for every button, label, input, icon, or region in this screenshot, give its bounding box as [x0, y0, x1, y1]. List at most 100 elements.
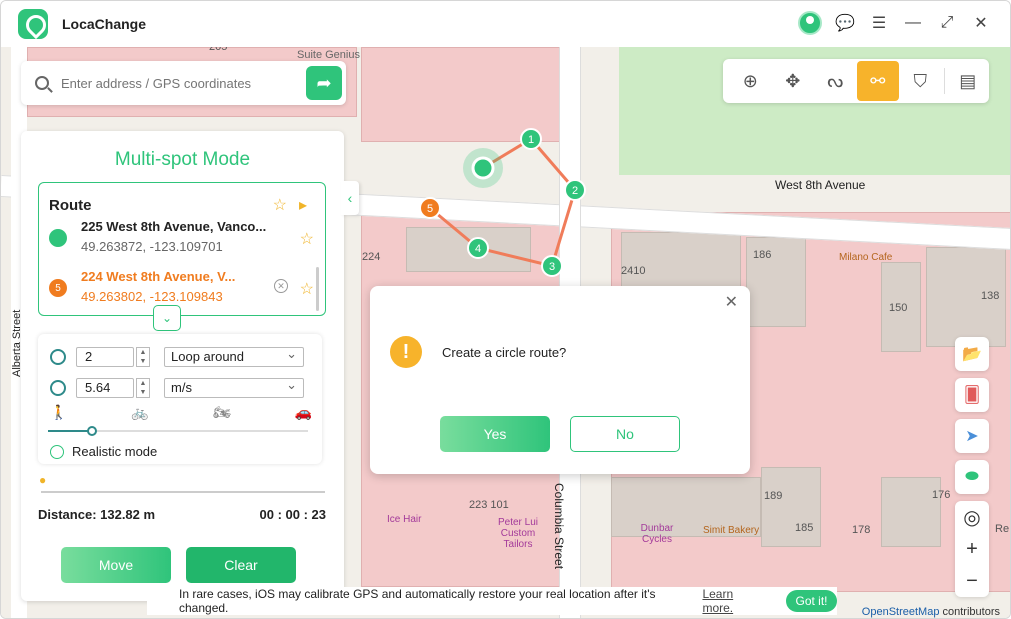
send-location-icon[interactable]: ➤ — [955, 419, 989, 453]
realistic-mode-radio[interactable] — [50, 444, 64, 459]
stop-coordinates: 49.263872, -123.109701 — [81, 239, 223, 254]
stop-address: 224 West 8th Avenue, V... — [81, 269, 236, 284]
locate-me-icon[interactable]: ◎ — [963, 505, 980, 530]
clear-button[interactable]: Clear — [186, 547, 296, 583]
current-location-marker — [471, 156, 495, 180]
times-stepper[interactable]: ▲ ▼ — [136, 347, 150, 367]
speed-input[interactable]: 5.64 — [76, 378, 134, 398]
title-bar-controls: 💬 ☰ — ⤢ ✕ — [798, 11, 992, 35]
import-gpx-icon[interactable]: 📂 — [955, 337, 989, 371]
app-logo-icon — [18, 9, 48, 39]
chat-icon[interactable]: 💬 — [834, 12, 856, 34]
mode-toolbar: ⊕ ✥ ᔓ ⚯ ⛉ ▤ — [723, 59, 989, 103]
times-row: 2 ▲ ▼ Loop around — [50, 345, 312, 368]
car-icon[interactable]: 🚗 — [295, 404, 312, 421]
transport-modes: 🚶 🚲 🏍 🚗 — [50, 404, 312, 421]
zoom-in-icon[interactable]: + — [966, 538, 978, 561]
search-icon — [35, 76, 49, 90]
minimize-icon[interactable]: — — [902, 12, 924, 34]
two-spot-icon[interactable]: ᔓ — [814, 61, 857, 101]
no-button[interactable]: No — [570, 416, 680, 452]
remove-stop-icon[interactable]: ✕ — [274, 279, 288, 293]
move-button[interactable]: Move — [61, 547, 171, 583]
route-list-scrollbar[interactable] — [316, 267, 319, 311]
chevron-double-down-icon: ⌄ — [161, 311, 173, 325]
route-line — [429, 137, 577, 268]
route-list: Route ☆ ▸ 225 West 8th Avenue, Vanco... … — [38, 182, 326, 316]
map-attribution: OpenStreetMap contributors — [862, 606, 1000, 618]
history-icon[interactable]: ▤ — [946, 61, 989, 101]
yes-button[interactable]: Yes — [440, 416, 550, 452]
collapse-panel-button[interactable]: ‹ — [341, 181, 359, 215]
chevron-left-icon: ‹ — [347, 190, 353, 206]
speedometer-icon — [50, 380, 66, 396]
attribution-suffix: contributors — [942, 606, 1000, 618]
zoom-out-icon[interactable]: − — [966, 570, 978, 593]
search-go-button[interactable]: ➦ — [306, 66, 342, 100]
teleport-icon[interactable]: ⊕ — [729, 61, 772, 101]
joystick-icon[interactable]: ✥ — [772, 61, 815, 101]
svg-text:5: 5 — [427, 203, 433, 215]
circle-route-dialog: ✕ ! Create a circle route? Yes No — [370, 286, 750, 474]
toolbar-divider — [943, 68, 945, 94]
favorite-star-icon[interactable]: ☆ — [300, 229, 314, 249]
panel-title: Multi-spot Mode — [114, 149, 251, 170]
folder-import-icon[interactable]: ▸ — [299, 195, 307, 215]
arrow-right-icon: ➦ — [316, 72, 332, 93]
dialog-close-icon[interactable]: ✕ — [725, 292, 738, 312]
multi-spot-panel: Multi-spot Mode Route ☆ ▸ 225 West 8th A… — [21, 131, 344, 601]
notice-text: In rare cases, iOS may calibrate GPS and… — [179, 587, 656, 615]
star-edit-icon[interactable]: ☆ — [273, 195, 287, 215]
route-point-5: 5 — [419, 197, 441, 219]
warning-icon: ! — [390, 336, 422, 368]
motorbike-icon[interactable]: 🏍 — [213, 404, 231, 421]
speed-row: 5.64 ▲ ▼ m/s — [50, 376, 312, 399]
got-it-button[interactable]: Got it! — [785, 590, 838, 612]
speed-slider[interactable] — [48, 426, 308, 436]
app-title: LocaChange — [62, 16, 147, 32]
stop-address: 225 West 8th Avenue, Vanco... — [81, 219, 267, 234]
search-bar: ➦ — [21, 61, 346, 105]
expand-route-button[interactable]: ⌄ — [153, 305, 181, 331]
route-label: Route — [49, 197, 92, 214]
route-point-4: 4 — [467, 237, 489, 259]
route-progress-bar — [41, 491, 325, 493]
svg-text:1: 1 — [528, 134, 534, 146]
speed-unit-select[interactable]: m/s — [164, 376, 304, 398]
route-point-1: 1 — [520, 128, 542, 150]
route-point-2: 2 — [564, 179, 586, 201]
learn-more-link[interactable]: Learn more. — [702, 587, 766, 615]
walk-icon[interactable]: 🚶 — [50, 404, 67, 421]
toggle-switch-icon[interactable]: ⬬ — [955, 460, 989, 494]
stop-number-badge: 5 — [49, 279, 67, 297]
favorite-star-icon[interactable]: ☆ — [300, 279, 314, 299]
multi-spot-icon[interactable]: ⚯ — [856, 61, 899, 101]
jump-teleport-icon[interactable]: ⛉ — [899, 61, 942, 101]
route-stop-5[interactable]: 5 224 West 8th Avenue, V... 49.263802, -… — [49, 269, 314, 311]
speed-stepper[interactable]: ▲ ▼ — [136, 378, 150, 398]
speed-slider-fill — [48, 430, 93, 432]
close-icon[interactable]: ✕ — [970, 12, 992, 34]
times-input[interactable]: 2 — [76, 347, 134, 367]
realistic-mode-label: Realistic mode — [72, 444, 158, 459]
maximize-icon[interactable]: ⤢ — [936, 12, 958, 34]
distance-label: Distance: 132.82 m — [38, 507, 156, 522]
realistic-mode-option[interactable]: Realistic mode — [50, 444, 157, 459]
title-bar: LocaChange 💬 ☰ — ⤢ ✕ — [1, 1, 1010, 47]
cards-icon[interactable]: 🂠 — [955, 378, 989, 412]
loop-mode-select[interactable]: Loop around — [164, 345, 304, 367]
search-input[interactable] — [61, 75, 291, 91]
avatar[interactable] — [798, 11, 822, 35]
bike-icon[interactable]: 🚲 — [131, 404, 148, 421]
timer-label: 00 : 00 : 23 — [259, 507, 327, 522]
speed-slider-handle[interactable] — [87, 426, 98, 436]
route-stop-start[interactable]: 225 West 8th Avenue, Vanco... 49.263872,… — [49, 219, 314, 261]
menu-icon[interactable]: ☰ — [868, 12, 890, 34]
svg-text:2: 2 — [572, 185, 578, 197]
map-controls: ◎ + − — [955, 501, 989, 597]
attribution-osm-link[interactable]: OpenStreetMap — [862, 606, 940, 618]
timer-icon — [50, 349, 66, 365]
stop-coordinates: 49.263802, -123.109843 — [81, 289, 223, 304]
svg-text:4: 4 — [475, 243, 481, 255]
dialog-message: Create a circle route? — [442, 345, 567, 360]
